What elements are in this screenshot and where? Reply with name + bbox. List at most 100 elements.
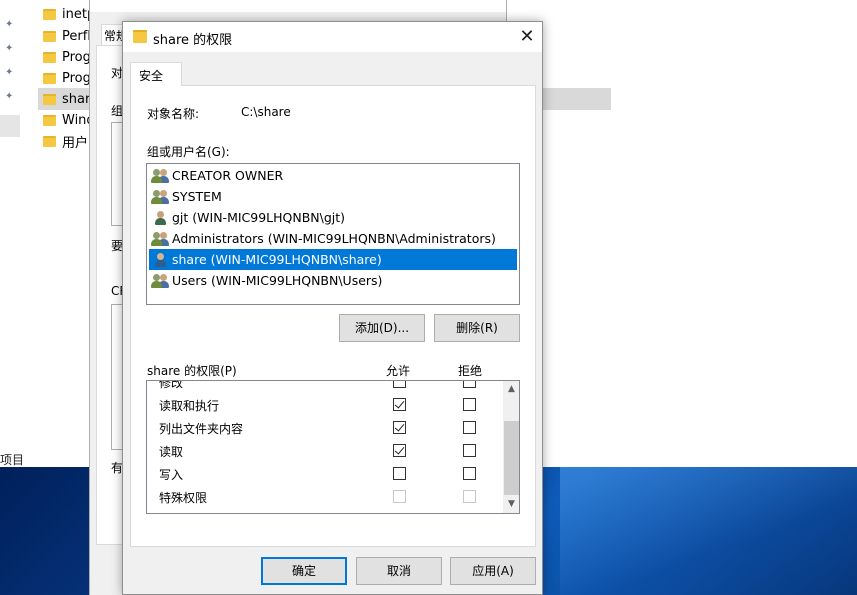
file-name: inetpub: [62, 6, 90, 22]
deny-checkbox-read-execute[interactable]: [463, 398, 476, 411]
list-item-share[interactable]: share (WIN-MIC99LHQNBN\share): [149, 249, 517, 270]
scroll-up-icon[interactable]: ▲: [503, 381, 519, 398]
single-user-icon: [152, 210, 170, 226]
list-item-creator-owner[interactable]: CREATOR OWNER: [149, 165, 517, 186]
nav-selection-highlight: [0, 115, 20, 137]
file-row-share[interactable]: share: [38, 88, 90, 110]
pin-icon[interactable]: ✦: [5, 44, 15, 54]
permission-row-modify: 修改: [147, 380, 503, 393]
properties-titlebar: [90, 0, 506, 12]
file-row-program-files-x86[interactable]: Program Files (x86): [38, 67, 90, 89]
dialog-title: share 的权限: [153, 33, 233, 48]
pin-icon[interactable]: ✦: [5, 20, 15, 30]
folder-icon: [43, 135, 56, 147]
object-name-label: 对象名称:: [147, 107, 200, 121]
file-name: PerfLogs: [62, 28, 90, 44]
permission-list[interactable]: 修改 读取和执行 列出文件夹内容 读取 写入 特殊权限 ▲ ▼: [146, 380, 520, 514]
list-item-administrators[interactable]: Administrators (WIN-MIC99LHQNBN\Administ…: [149, 228, 517, 249]
group-user-icon: [151, 189, 170, 205]
permission-name: 写入: [159, 468, 184, 482]
permission-name: 修改: [159, 380, 184, 390]
ok-button[interactable]: 确定: [261, 557, 347, 585]
group-or-user-label: 组或用户名(G):: [147, 145, 230, 159]
permission-scrollbar[interactable]: ▲ ▼: [503, 381, 519, 513]
status-items-count: 项目: [0, 453, 25, 467]
allow-column-header: 允许: [386, 364, 411, 378]
user-name: SYSTEM: [172, 189, 222, 204]
folder-icon: [133, 30, 147, 43]
file-name: Program Files (x86): [62, 70, 90, 86]
allow-checkbox-special: [393, 490, 406, 503]
apply-button[interactable]: 应用(A): [450, 557, 536, 585]
deny-checkbox-modify[interactable]: [463, 381, 476, 388]
permission-row-read: 读取: [147, 439, 503, 462]
remove-button[interactable]: 删除(R): [434, 314, 520, 342]
single-user-icon: [152, 252, 170, 268]
file-name: Program Files: [62, 49, 90, 65]
deny-checkbox-special: [463, 490, 476, 503]
folder-icon: [43, 72, 56, 84]
group-user-icon: [151, 231, 170, 247]
file-name: share: [62, 91, 90, 107]
user-name: share (WIN-MIC99LHQNBN\share): [172, 252, 382, 267]
file-name: 用户: [62, 135, 89, 151]
permission-name: 列出文件夹内容: [159, 422, 244, 436]
allow-checkbox-write[interactable]: [393, 467, 406, 480]
list-item-gjt[interactable]: gjt (WIN-MIC99LHQNBN\gjt): [149, 207, 517, 228]
file-row-windows[interactable]: Windows: [38, 109, 90, 131]
deny-checkbox-write[interactable]: [463, 467, 476, 480]
pin-icon[interactable]: ✦: [5, 68, 15, 78]
file-row-program-files[interactable]: Program Files: [38, 46, 90, 68]
tab-security-label: 安全: [139, 69, 164, 83]
permission-row-list-folder: 列出文件夹内容: [147, 416, 503, 439]
checkmark-icon: [394, 444, 405, 455]
list-item-system[interactable]: SYSTEM: [149, 186, 517, 207]
object-name-value: C:\share: [241, 105, 291, 119]
user-name: Administrators (WIN-MIC99LHQNBN\Administ…: [172, 231, 496, 246]
selected-row-highlight: [542, 88, 611, 110]
user-name: gjt (WIN-MIC99LHQNBN\gjt): [172, 210, 346, 225]
file-row-inetpub[interactable]: inetpub: [38, 3, 90, 25]
group-user-icon: [151, 273, 170, 289]
file-row-users[interactable]: 用户: [38, 130, 90, 152]
permissions-header: share 的权限(P): [147, 364, 237, 378]
add-button[interactable]: 添加(D)...: [339, 314, 425, 342]
permission-row-special: 特殊权限: [147, 485, 503, 508]
user-list[interactable]: CREATOR OWNER SYSTEM gjt (WIN-MIC99LHQNB…: [146, 163, 520, 305]
folder-icon: [43, 93, 56, 105]
permissions-dialog: share 的权限 ✕ 安全 对象名称: C:\share 组或用户名(G): …: [122, 21, 543, 595]
permission-name: 读取: [159, 445, 184, 459]
deny-column-header: 拒绝: [458, 364, 483, 378]
folder-icon: [43, 114, 56, 126]
security-panel: 对象名称: C:\share 组或用户名(G): CREATOR OWNER S…: [130, 85, 536, 547]
permission-row-read-execute: 读取和执行: [147, 393, 503, 416]
user-name: Users (WIN-MIC99LHQNBN\Users): [172, 273, 383, 288]
close-button[interactable]: ✕: [513, 24, 541, 50]
scroll-down-icon[interactable]: ▼: [503, 496, 519, 513]
dialog-titlebar: share 的权限 ✕: [123, 22, 542, 52]
folder-icon: [43, 30, 56, 42]
cancel-button[interactable]: 取消: [356, 557, 442, 585]
allow-checkbox-read-execute[interactable]: [393, 398, 406, 411]
tab-security[interactable]: 安全: [130, 62, 182, 86]
deny-checkbox-read[interactable]: [463, 444, 476, 457]
pin-icon[interactable]: ✦: [5, 92, 15, 102]
allow-checkbox-list-folder[interactable]: [393, 421, 406, 434]
checkmark-icon: [394, 398, 405, 409]
list-item-users[interactable]: Users (WIN-MIC99LHQNBN\Users): [149, 270, 517, 291]
folder-icon: [43, 8, 56, 20]
file-row-perflogs[interactable]: PerfLogs: [38, 25, 90, 47]
permission-name: 特殊权限: [159, 491, 208, 505]
group-user-icon: [151, 168, 170, 184]
scrollbar-thumb[interactable]: [504, 421, 519, 495]
user-name: CREATOR OWNER: [172, 168, 284, 183]
deny-checkbox-list-folder[interactable]: [463, 421, 476, 434]
allow-checkbox-modify[interactable]: [393, 381, 406, 388]
permission-name: 读取和执行: [159, 399, 220, 413]
permission-row-write: 写入: [147, 462, 503, 485]
checkmark-icon: [394, 421, 405, 432]
allow-checkbox-read[interactable]: [393, 444, 406, 457]
folder-icon: [43, 51, 56, 63]
quick-access-strip: ✦ ✦ ✦ ✦: [0, 0, 20, 467]
file-name: Windows: [62, 112, 90, 128]
